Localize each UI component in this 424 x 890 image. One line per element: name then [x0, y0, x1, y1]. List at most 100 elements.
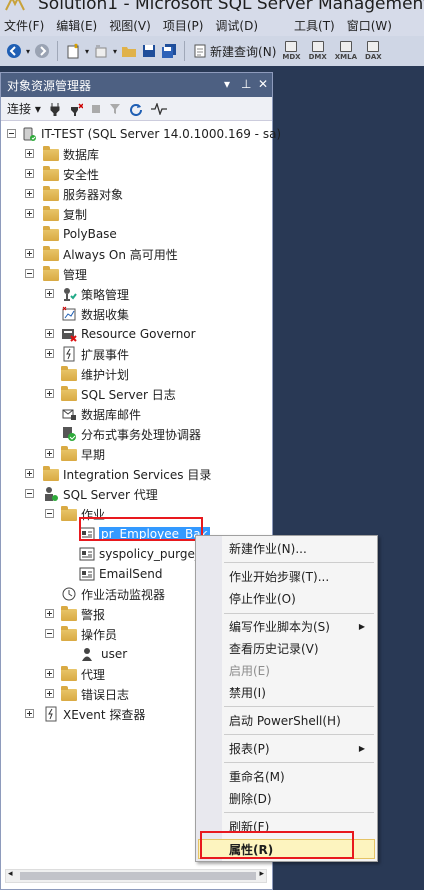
scroll-right-icon[interactable]: ▸: [259, 869, 264, 879]
menu-item-new-job[interactable]: 新建作业(N)...: [229, 538, 307, 558]
expand-toggle[interactable]: [45, 609, 54, 618]
add-item-button[interactable]: [93, 40, 109, 62]
tree-node-policy-management[interactable]: 策略管理: [45, 284, 129, 304]
tree-node-xevent-profiler[interactable]: XEvent 探查器: [25, 704, 145, 724]
tree-node-operators[interactable]: 操作员: [45, 624, 117, 644]
expand-toggle[interactable]: [45, 349, 54, 358]
close-icon[interactable]: ✕: [258, 77, 268, 91]
tree-node-replication[interactable]: 复制: [25, 204, 87, 224]
collapse-toggle[interactable]: [7, 129, 16, 138]
expand-toggle[interactable]: [45, 449, 54, 458]
tree-node-database-mail[interactable]: 数据库邮件: [45, 404, 141, 424]
collapse-toggle[interactable]: [45, 509, 54, 518]
refresh-icon[interactable]: [129, 102, 143, 116]
tree-node-job-pr-employee-bak[interactable]: pr_Employee_Bak: [79, 524, 210, 544]
menu-tools[interactable]: 工具(T): [290, 17, 343, 34]
menu-window[interactable]: 窗口(W): [343, 17, 400, 34]
tree-node-job-activity-monitor[interactable]: 作业活动监视器: [45, 584, 165, 604]
xmla-query-button[interactable]: XMLA: [335, 41, 357, 61]
tree-node-error-logs[interactable]: 错误日志: [45, 684, 129, 704]
tree-node-management[interactable]: 管理: [25, 264, 87, 284]
tree-node-always-on[interactable]: Always On 高可用性: [25, 244, 178, 264]
expand-toggle[interactable]: [25, 469, 34, 478]
menu-file[interactable]: 文件(F): [0, 17, 52, 34]
tree-node-alerts[interactable]: 警报: [45, 604, 105, 624]
tree-node-sql-server-logs[interactable]: SQL Server 日志: [45, 384, 176, 404]
tree-node-polybase[interactable]: PolyBase: [25, 224, 117, 244]
menu-item-properties[interactable]: 属性(R): [229, 839, 273, 859]
scrollbar-thumb[interactable]: [20, 872, 256, 880]
dax-query-button[interactable]: DAX: [365, 41, 382, 61]
menu-item-refresh[interactable]: 刷新(F): [229, 816, 269, 836]
menu-item-rename[interactable]: 重命名(M): [229, 766, 285, 786]
tree-node-job-syspolicy-purge[interactable]: syspolicy_purge_: [79, 544, 201, 564]
menu-view[interactable]: 视图(V): [105, 17, 159, 34]
tree-node-proxies[interactable]: 代理: [45, 664, 105, 684]
menu-item-enable[interactable]: 启用(E): [229, 660, 270, 680]
horizontal-scrollbar[interactable]: ◂ ▸: [5, 869, 267, 883]
open-file-button[interactable]: [121, 40, 137, 62]
menu-project[interactable]: 项目(P): [159, 17, 212, 34]
expand-toggle[interactable]: [45, 669, 54, 678]
new-query-button[interactable]: 新建查询(N): [192, 40, 276, 62]
scroll-left-icon[interactable]: ◂: [8, 869, 13, 879]
disconnect-icon[interactable]: [69, 102, 83, 116]
expand-toggle[interactable]: [25, 209, 34, 218]
tree-node-operator-user[interactable]: user: [79, 644, 127, 664]
tree-node-extended-events[interactable]: 扩展事件: [45, 344, 129, 364]
tree-node-server[interactable]: IT-TEST (SQL Server 14.0.1000.169 - sa): [7, 124, 281, 144]
tree-node-integration-services[interactable]: Integration Services 目录: [25, 464, 211, 484]
new-project-button[interactable]: [65, 40, 81, 62]
tree-node-maintenance-plans[interactable]: 维护计划: [45, 364, 129, 384]
tree-node-data-collection[interactable]: 数据收集: [45, 304, 129, 324]
expand-toggle[interactable]: [45, 389, 54, 398]
expand-toggle[interactable]: [25, 709, 34, 718]
tree-node-job-emailsend[interactable]: EmailSend: [79, 564, 163, 584]
connect-plug-icon[interactable]: [49, 102, 61, 116]
expand-toggle[interactable]: [45, 329, 54, 338]
menu-item-delete[interactable]: 删除(D): [229, 788, 272, 808]
menu-item-view-history[interactable]: 查看历史记录(V): [229, 638, 319, 658]
expand-toggle[interactable]: [45, 689, 54, 698]
collapse-toggle[interactable]: [45, 629, 54, 638]
tree-node-security[interactable]: 安全性: [25, 164, 99, 184]
tree-node-jobs[interactable]: 作业: [45, 504, 105, 524]
tree-node-sql-server-agent[interactable]: SQL Server 代理: [25, 484, 158, 504]
dmx-query-button[interactable]: DMX: [309, 41, 327, 61]
save-button[interactable]: [141, 40, 157, 62]
tree-node-label: XEvent 探查器: [63, 707, 146, 722]
forward-button[interactable]: [34, 40, 50, 62]
menu-item-disable[interactable]: 禁用(I): [229, 682, 266, 702]
tree-node-legacy[interactable]: 早期: [45, 444, 105, 464]
ssms-logo-icon: [5, 0, 25, 11]
back-dropdown[interactable]: ▾: [26, 40, 30, 62]
tree-node-dtc[interactable]: 分布式事务处理协调器: [45, 424, 201, 444]
expand-toggle[interactable]: [25, 189, 34, 198]
tree-node-label: 扩展事件: [81, 347, 130, 362]
menu-item-start-job-at-step[interactable]: 作业开始步骤(T)...: [229, 566, 329, 586]
tree-node-databases[interactable]: 数据库: [25, 144, 99, 164]
save-all-button[interactable]: [161, 40, 177, 62]
menu-item-reports[interactable]: 报表(P) ▶: [229, 738, 375, 758]
expand-toggle[interactable]: [25, 169, 34, 178]
menu-debug[interactable]: 调试(D): [211, 17, 266, 34]
mdx-query-button[interactable]: MDX: [282, 41, 301, 61]
menu-item-start-powershell[interactable]: 启动 PowerShell(H): [229, 710, 341, 730]
panel-dropdown-icon[interactable]: ▾: [224, 77, 230, 91]
tree-node-resource-governor[interactable]: Resource Governor: [45, 324, 196, 344]
tree-node-server-objects[interactable]: 服务器对象: [25, 184, 123, 204]
connect-button[interactable]: 连接 ▾: [7, 100, 41, 117]
menu-item-script-job-as[interactable]: 编写作业脚本为(S) ▶: [229, 616, 375, 636]
tree-node-label: 策略管理: [81, 287, 130, 302]
pin-icon[interactable]: ⊥: [241, 77, 251, 91]
expand-toggle[interactable]: [25, 249, 34, 258]
collapse-toggle[interactable]: [25, 489, 34, 498]
tree-node-label: 早期: [81, 447, 106, 462]
expand-toggle[interactable]: [25, 149, 34, 158]
back-button[interactable]: [6, 40, 22, 62]
menu-edit[interactable]: 编辑(E): [52, 17, 105, 34]
menu-item-stop-job[interactable]: 停止作业(O): [229, 588, 296, 608]
activity-monitor-icon[interactable]: [150, 102, 167, 115]
expand-toggle[interactable]: [45, 289, 54, 298]
collapse-toggle[interactable]: [25, 269, 34, 278]
